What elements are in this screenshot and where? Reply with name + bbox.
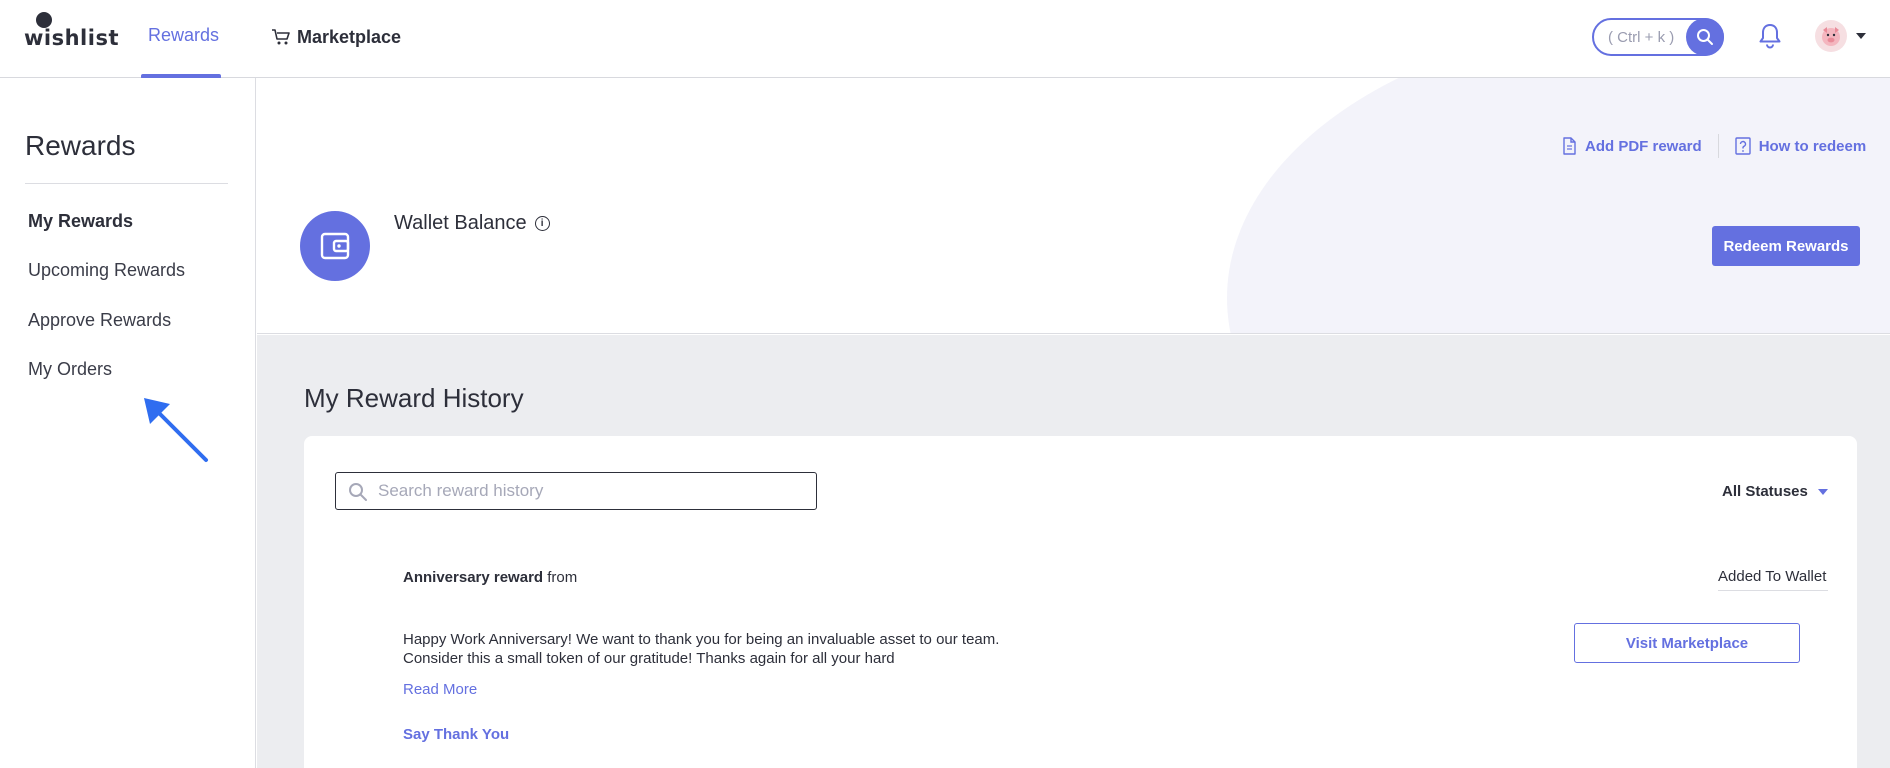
how-to-redeem-label: How to redeem [1758, 137, 1867, 155]
reward-from-text: from [547, 569, 578, 586]
how-to-redeem-link[interactable]: How to redeem [1734, 137, 1867, 155]
wallet-links: Add PDF reward How to redeem [1562, 134, 1866, 158]
sidebar-item-my-rewards[interactable]: My Rewards [28, 211, 133, 232]
reward-history-card: All Statuses Anniversary reward from Add… [304, 436, 1857, 768]
bell-icon [1759, 24, 1781, 49]
reward-history-section: My Reward History All Statuses Anniversa… [257, 335, 1890, 768]
visit-marketplace-button[interactable]: Visit Marketplace [1574, 623, 1800, 663]
search-icon [349, 483, 367, 501]
help-icon [1734, 137, 1751, 155]
reward-name: Anniversary reward [403, 569, 544, 586]
search-icon [1697, 29, 1713, 45]
decorative-background-circle [1227, 78, 1890, 333]
nav-tab-marketplace[interactable]: Marketplace [271, 25, 401, 49]
top-navbar: wishlist Rewards Marketplace ( Ctrl + k … [0, 0, 1890, 79]
redeem-rewards-button[interactable]: Redeem Rewards [1712, 226, 1860, 266]
status-filter-label: All Statuses [1722, 483, 1808, 500]
reward-history-search[interactable] [335, 472, 817, 510]
sidebar-title: Rewards [25, 130, 136, 161]
say-thank-you-link[interactable]: Say Thank You [403, 726, 509, 743]
reward-history-search-input[interactable] [378, 478, 798, 504]
wallet-icon [320, 232, 350, 260]
read-more-link[interactable]: Read More [403, 681, 477, 698]
nav-tab-marketplace-label: Marketplace [297, 26, 402, 47]
wallet-header: Add PDF reward How to redeem Wallet Bala… [257, 78, 1890, 334]
wallet-balance-label: Wallet Balance [394, 212, 527, 234]
add-pdf-reward-label: Add PDF reward [1585, 137, 1702, 155]
search-shortcut-hint: ( Ctrl + k ) [1608, 29, 1675, 46]
reward-message: Happy Work Anniversary! We want to thank… [403, 631, 1000, 667]
sidebar-divider [25, 183, 228, 184]
wishlist-logo[interactable]: wishlist [24, 12, 118, 52]
reward-status-badge: Added To Wallet [1718, 568, 1828, 591]
document-icon [1563, 137, 1576, 155]
chevron-down-icon [1817, 488, 1828, 495]
wallet-icon-badge [300, 211, 370, 281]
link-separator [1717, 134, 1719, 158]
info-icon[interactable]: i [534, 216, 550, 231]
nav-tab-rewards-label: Rewards [148, 25, 220, 45]
logo-text: wishlist [24, 26, 119, 50]
user-avatar[interactable] [1815, 20, 1847, 52]
nav-tab-rewards[interactable]: Rewards [141, 0, 221, 79]
sidebar-item-approve-rewards[interactable]: Approve Rewards [28, 310, 171, 331]
sidebar-item-my-orders[interactable]: My Orders [28, 359, 112, 380]
sidebar-item-upcoming-rewards[interactable]: Upcoming Rewards [28, 260, 185, 281]
search-button[interactable] [1686, 18, 1724, 56]
notifications-button[interactable] [1757, 22, 1783, 50]
reward-history-title: My Reward History [304, 383, 524, 413]
reward-item-heading: Anniversary reward from [403, 569, 577, 586]
account-menu-caret[interactable] [1856, 33, 1866, 39]
add-pdf-reward-link[interactable]: Add PDF reward [1562, 137, 1702, 155]
avatar-pig-icon [1822, 27, 1840, 46]
sidebar: Rewards My Rewards Upcoming Rewards Appr… [0, 78, 256, 768]
cart-icon [272, 29, 290, 45]
global-search[interactable]: ( Ctrl + k ) [1592, 18, 1724, 56]
status-filter-dropdown[interactable]: All Statuses [1722, 483, 1828, 500]
pointer-arrow-annotation [144, 398, 208, 462]
wallet-balance-title: Wallet Balance i [394, 212, 550, 235]
